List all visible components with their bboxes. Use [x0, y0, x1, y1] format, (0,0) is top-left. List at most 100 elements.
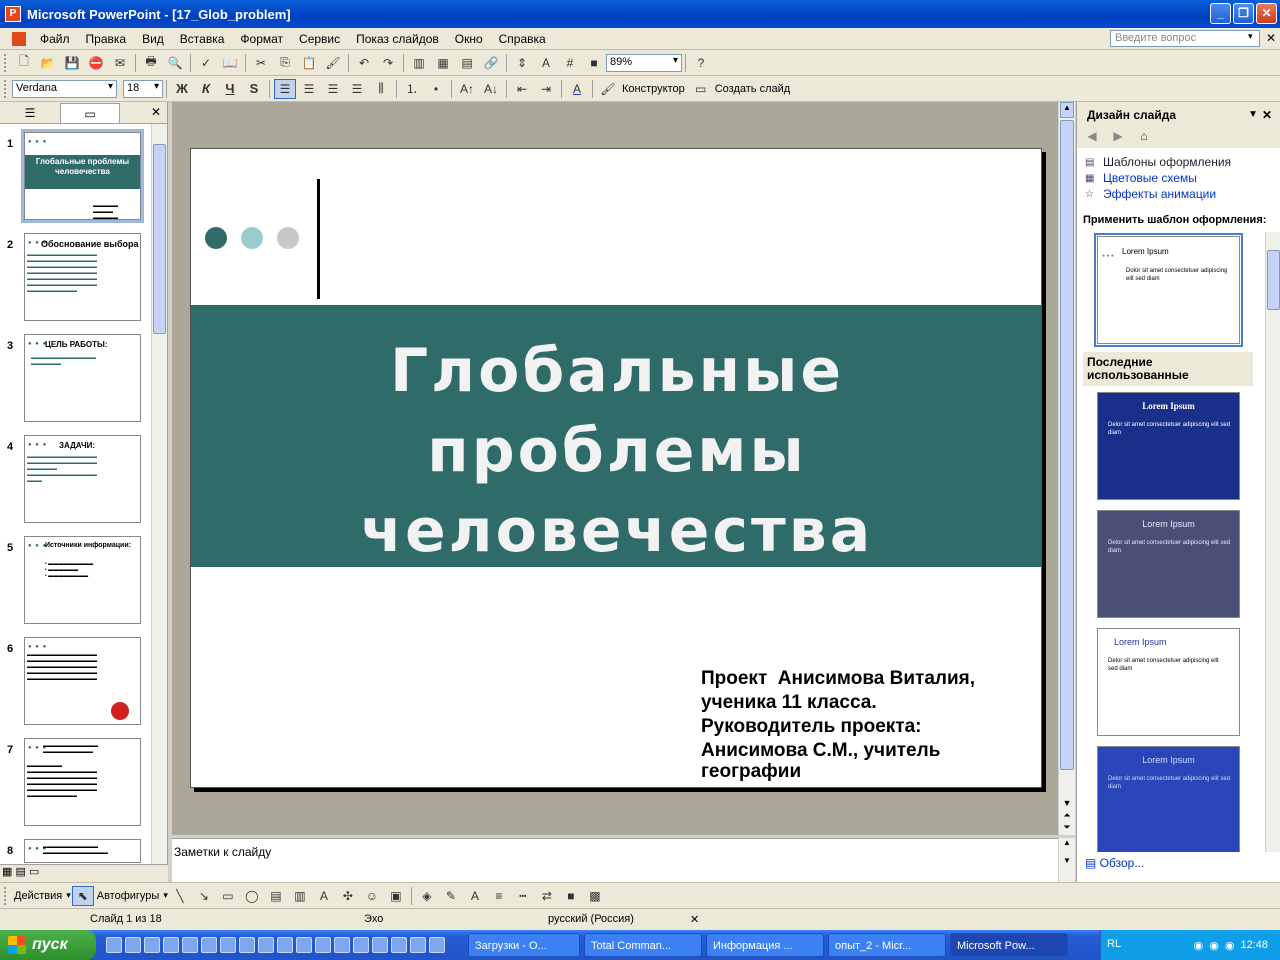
sorter-view-icon[interactable]: ▤	[15, 866, 25, 878]
save-icon[interactable]: 💾	[61, 53, 83, 73]
quicklaunch-icon[interactable]	[125, 937, 141, 953]
menu-tools[interactable]: Сервис	[291, 32, 348, 46]
new-slide-icon[interactable]: ▭	[690, 79, 712, 99]
chevron-down-icon[interactable]: ▾	[66, 890, 71, 901]
increase-font-icon[interactable]: A↑	[456, 79, 478, 99]
autoshapes-menu[interactable]: Автофигуры	[97, 890, 160, 902]
zoom-select[interactable]: 89%	[606, 53, 682, 72]
show-grid-icon[interactable]: #	[559, 53, 581, 73]
close-document-icon[interactable]: ✕	[1266, 31, 1276, 45]
align-center-icon[interactable]: ☰	[298, 79, 320, 99]
print-preview-icon[interactable]: 🔍	[164, 53, 186, 73]
slide-thumbnail-5[interactable]: ● ● ● Источники информации: • ▬▬▬▬▬▬▬▬▬ •…	[24, 536, 141, 624]
spelling-status-icon[interactable]: ✕	[690, 913, 699, 926]
permission-icon[interactable]: ⛔	[85, 53, 107, 73]
link-animation-effects[interactable]: ☆ Эффекты анимации	[1085, 186, 1280, 202]
close-icon[interactable]: ✕	[1262, 108, 1272, 122]
shadow-style-icon[interactable]: ■	[560, 886, 582, 906]
taskbar-item-downloads[interactable]: Загрузки - О...	[468, 933, 580, 957]
taskbar-item-powerpoint[interactable]: Microsoft Pow...	[950, 933, 1068, 957]
designer-icon[interactable]: 🖌	[597, 79, 619, 99]
clipart-icon[interactable]: ☺	[361, 886, 383, 906]
new-icon[interactable]: 🗋	[13, 53, 35, 73]
columns-icon[interactable]: ⫼	[370, 79, 392, 99]
tab-slides[interactable]: ▭	[60, 102, 120, 123]
line-color-icon[interactable]: ✎	[440, 886, 462, 906]
quicklaunch-icon[interactable]	[182, 937, 198, 953]
picture-icon[interactable]: ▣	[385, 886, 407, 906]
show-formatting-icon[interactable]: A	[535, 53, 557, 73]
powerpoint-icon[interactable]: P	[5, 6, 21, 22]
numbering-icon[interactable]: ⒈	[401, 79, 423, 99]
redo-icon[interactable]: ↷	[377, 53, 399, 73]
taskbar-item-totalcommander[interactable]: Total Comman...	[584, 933, 702, 957]
quicklaunch-icon[interactable]	[353, 937, 369, 953]
select-pointer-icon[interactable]: ⬉	[71, 885, 94, 906]
toolbar-grip[interactable]	[4, 886, 8, 905]
bullets-icon[interactable]: •	[425, 79, 447, 99]
decrease-font-icon[interactable]: A↓	[480, 79, 502, 99]
current-slide[interactable]: Глобальные проблемы человечества Проект …	[190, 148, 1042, 788]
close-button[interactable]: ✕	[1256, 3, 1277, 24]
new-slide-button[interactable]: Создать слайд	[715, 83, 790, 95]
quicklaunch-icon[interactable]	[106, 937, 122, 953]
taskbar-item-info[interactable]: Информация ...	[706, 933, 824, 957]
tray-icon[interactable]: ◉	[1209, 939, 1219, 952]
paste-icon[interactable]: 📋	[298, 53, 320, 73]
font-select[interactable]: Verdana	[12, 79, 117, 98]
menu-edit[interactable]: Правка	[78, 32, 135, 46]
help-icon[interactable]: ?	[690, 53, 712, 73]
template-thumbnail-3[interactable]: Lorem Ipsum Delor sit amet consectetuer …	[1097, 510, 1240, 618]
fill-color-icon[interactable]: ◈	[416, 886, 438, 906]
copy-icon[interactable]: ⎘	[274, 53, 296, 73]
slideshow-view-icon[interactable]: ▭	[29, 866, 39, 878]
notes-scrollbar[interactable]: ▲ ▼	[1058, 838, 1075, 882]
link-design-templates[interactable]: ▤ Шаблоны оформления	[1085, 154, 1280, 170]
quicklaunch-icon[interactable]	[277, 937, 293, 953]
notes-pane[interactable]: Заметки к слайду	[172, 838, 1075, 882]
designer-button[interactable]: Конструктор	[622, 83, 685, 95]
quicklaunch-icon[interactable]	[220, 937, 236, 953]
slide-subtitle[interactable]: Проект Анисимова Виталия, ученика 11 кла…	[701, 667, 1031, 781]
link-color-schemes[interactable]: ▦ Цветовые схемы	[1085, 170, 1280, 186]
font-color-icon[interactable]: A	[464, 886, 486, 906]
close-icon[interactable]: ✕	[151, 105, 161, 119]
template-thumbnail-2[interactable]: Lorem Ipsum Delor sit amet consectetuer …	[1097, 392, 1240, 500]
menu-help[interactable]: Справка	[491, 32, 554, 46]
normal-view-icon[interactable]: ▦	[2, 866, 12, 878]
font-color-icon[interactable]: A	[566, 79, 588, 99]
menu-file[interactable]: Файл	[32, 32, 78, 46]
undo-icon[interactable]: ↶	[353, 53, 375, 73]
format-painter-icon[interactable]: 🖌	[322, 53, 344, 73]
align-right-icon[interactable]: ☰	[322, 79, 344, 99]
insert-chart-icon[interactable]: ▥	[408, 53, 430, 73]
arrow-icon[interactable]: ↘	[193, 886, 215, 906]
spelling-icon[interactable]: ✓	[195, 53, 217, 73]
start-button[interactable]: пуск	[0, 930, 96, 960]
quicklaunch-icon[interactable]	[296, 937, 312, 953]
document-icon[interactable]	[12, 31, 26, 46]
tab-outline[interactable]: ☰	[0, 103, 60, 123]
menu-window[interactable]: Окно	[447, 32, 491, 46]
tray-icon[interactable]: ◉	[1194, 939, 1204, 952]
actions-menu[interactable]: Действия	[14, 890, 62, 902]
diagram-icon[interactable]: ✣	[337, 886, 359, 906]
increase-indent-icon[interactable]: ⇥	[535, 79, 557, 99]
template-thumbnail-1[interactable]: ● ● ● Lorem Ipsum Dolor sit amet consect…	[1094, 233, 1243, 347]
cut-icon[interactable]: ✂	[250, 53, 272, 73]
tables-borders-icon[interactable]: ▤	[456, 53, 478, 73]
quicklaunch-icon[interactable]	[144, 937, 160, 953]
menu-insert[interactable]: Вставка	[172, 32, 233, 46]
ask-question-input[interactable]: Введите вопрос	[1110, 30, 1260, 47]
insert-hyperlink-icon[interactable]: 🔗	[480, 53, 502, 73]
browse-link[interactable]: ▤ Обзор...	[1085, 856, 1144, 870]
research-icon[interactable]: 📖	[219, 53, 241, 73]
chevron-down-icon[interactable]: ▾	[1248, 31, 1253, 42]
font-size-select[interactable]: 18	[123, 79, 163, 98]
quicklaunch-icon[interactable]	[429, 937, 445, 953]
template-thumbnail-4[interactable]: Lorem Ipsum Delor sit amet consectetuer …	[1097, 628, 1240, 736]
minimize-button[interactable]: _	[1210, 3, 1231, 24]
toolbar-grip[interactable]	[4, 53, 8, 72]
forward-icon[interactable]: ▶	[1107, 129, 1129, 147]
chevron-down-icon[interactable]: ▾	[163, 890, 168, 901]
